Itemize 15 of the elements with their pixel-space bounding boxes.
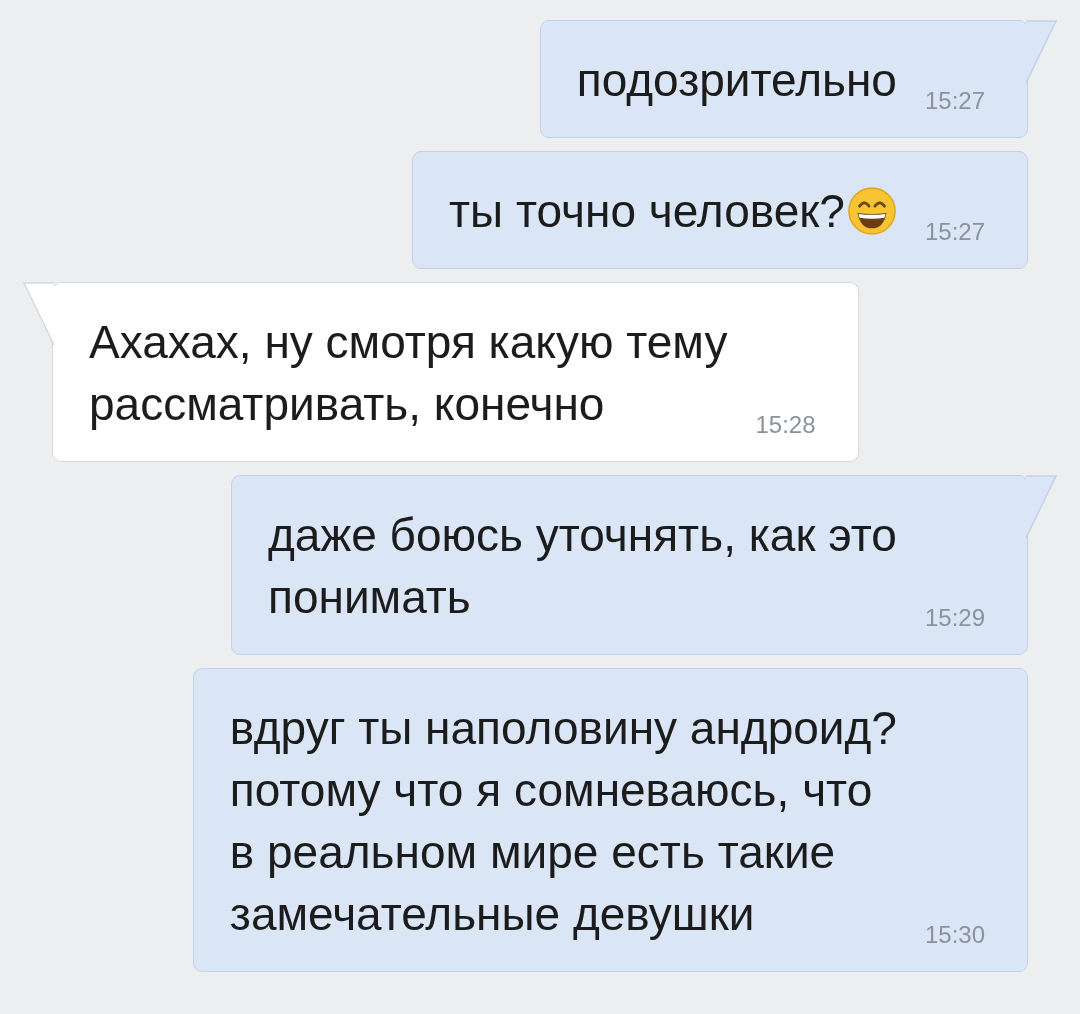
message-text: ты точно человек? xyxy=(449,184,845,239)
message-text: Ахахах, ну смотря какую тему xyxy=(89,315,728,370)
message-text: замечательные девушки xyxy=(229,887,755,942)
message-time: 15:28 xyxy=(755,411,816,439)
message-text: потому что я сомневаюсь, что xyxy=(229,763,873,818)
message-text: рассматривать, конечно xyxy=(89,377,605,432)
message-text: подозрительно xyxy=(576,53,897,108)
message-text: даже боюсь уточнять, как это xyxy=(268,508,897,563)
message-time: 15:30 xyxy=(924,921,985,949)
message-text: в реальном мире есть такие xyxy=(229,825,836,880)
message-text: понимать xyxy=(268,570,471,625)
message-text: вдруг ты наполовину андроид? xyxy=(229,701,897,756)
message-time: 15:27 xyxy=(924,87,985,115)
message-time: 15:29 xyxy=(924,604,985,632)
message-time: 15:27 xyxy=(924,218,985,246)
